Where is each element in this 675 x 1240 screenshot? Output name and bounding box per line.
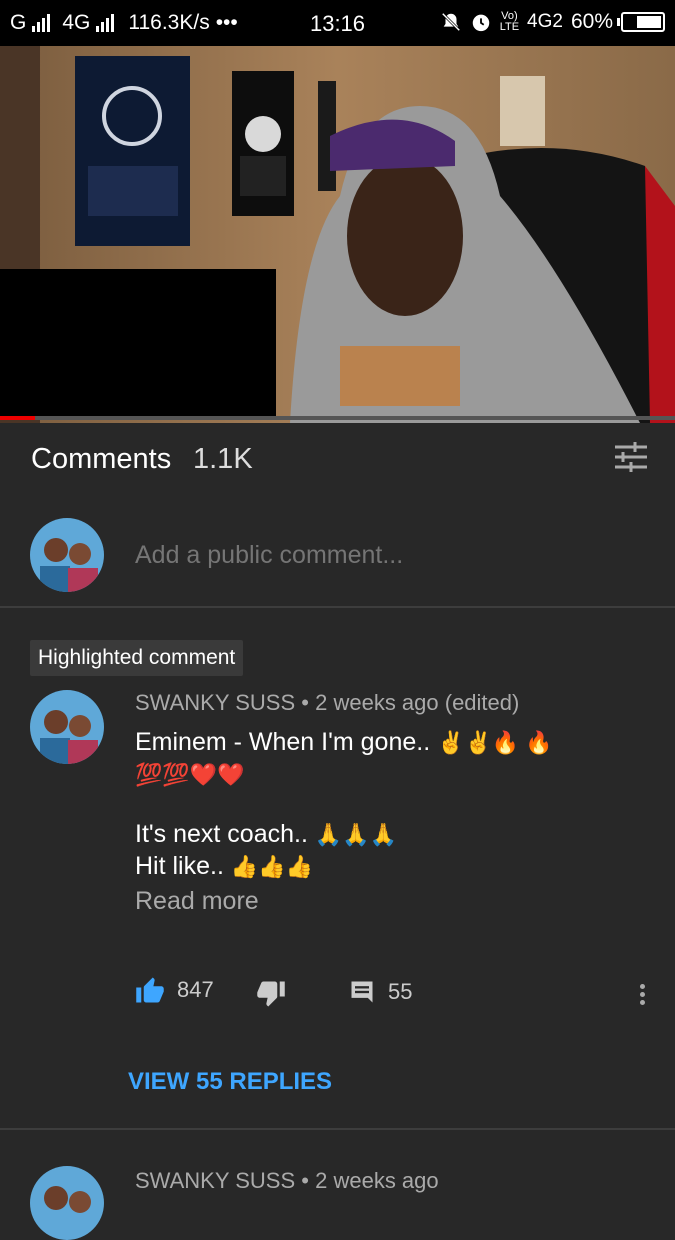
battery-percent: 60% [570,10,613,33]
add-comment-input[interactable] [135,541,635,570]
meta-separator: • [301,1168,309,1193]
like-count: 847 [177,977,214,1002]
divider [0,606,675,608]
thumbs-down-icon [257,981,285,1007]
comments-count: 1.1K [193,443,253,475]
comment-emoji: ✌✌🔥 🔥 [437,730,553,756]
video-frame [0,46,675,423]
comment-emoji: 🙏🙏🙏 [314,822,398,848]
highlighted-comment-badge: Highlighted comment [30,640,244,676]
dislike-button[interactable] [256,980,286,1008]
comment-text: Hit like.. [135,852,224,880]
comment-text: Eminem - When I'm gone.. [135,728,431,756]
mute-icon [441,12,460,32]
comment-author[interactable]: SWANKY SUSS [135,690,295,715]
read-more-link[interactable]: Read more [135,887,259,916]
network-right: 4G2 [527,11,563,32]
thumbs-up-icon [136,977,164,1003]
comment-line-3: It's next coach.. 🙏🙏🙏 [135,818,397,851]
reply-button[interactable]: 55 [348,978,412,1006]
comment-line-2: 💯💯❤️❤️ [135,758,245,791]
status-right: Vo) LTE 4G2 60% [440,10,665,34]
comment-line-1: Eminem - When I'm gone.. ✌✌🔥 🔥 [135,726,553,759]
video-player[interactable] [0,46,675,423]
comment-icon [351,981,373,1003]
comment-time: 2 weeks ago (edited) [315,690,520,715]
meta-separator: • [301,690,309,715]
comment-line-4: Hit like.. 👍👍👍 [135,850,313,883]
like-button[interactable]: 847 [135,976,214,1004]
comment-text: It's next coach.. [135,820,308,848]
comments-title: Comments [31,443,172,475]
comment-emoji: 💯💯❤️❤️ [135,762,245,788]
comment-avatar[interactable] [30,1166,104,1240]
divider [0,1128,675,1130]
comment-avatar[interactable] [30,690,104,764]
reply-count: 55 [388,979,413,1004]
comment-meta: SWANKY SUSS • 2 weeks ago [135,1168,439,1194]
volte-label: Vo) LTE [499,10,520,33]
comments-header: Comments 1.1K [0,423,675,498]
battery-icon [617,12,665,32]
more-options-icon[interactable] [640,981,645,1008]
comment-emoji: 👍👍👍 [230,854,314,880]
alarm-icon [472,14,489,32]
comment-meta: SWANKY SUSS • 2 weeks ago (edited) [135,690,519,716]
sort-filter-icon[interactable] [613,439,649,475]
comment-author[interactable]: SWANKY SUSS [135,1168,295,1193]
status-bar: G 4G 116.3K/s ••• 13:16 Vo) LTE 4G2 60% [0,0,675,46]
avatar [30,518,104,592]
comment-time: 2 weeks ago [315,1168,439,1193]
add-comment-row[interactable] [0,505,675,605]
view-replies-button[interactable]: VIEW 55 REPLIES [128,1068,332,1096]
